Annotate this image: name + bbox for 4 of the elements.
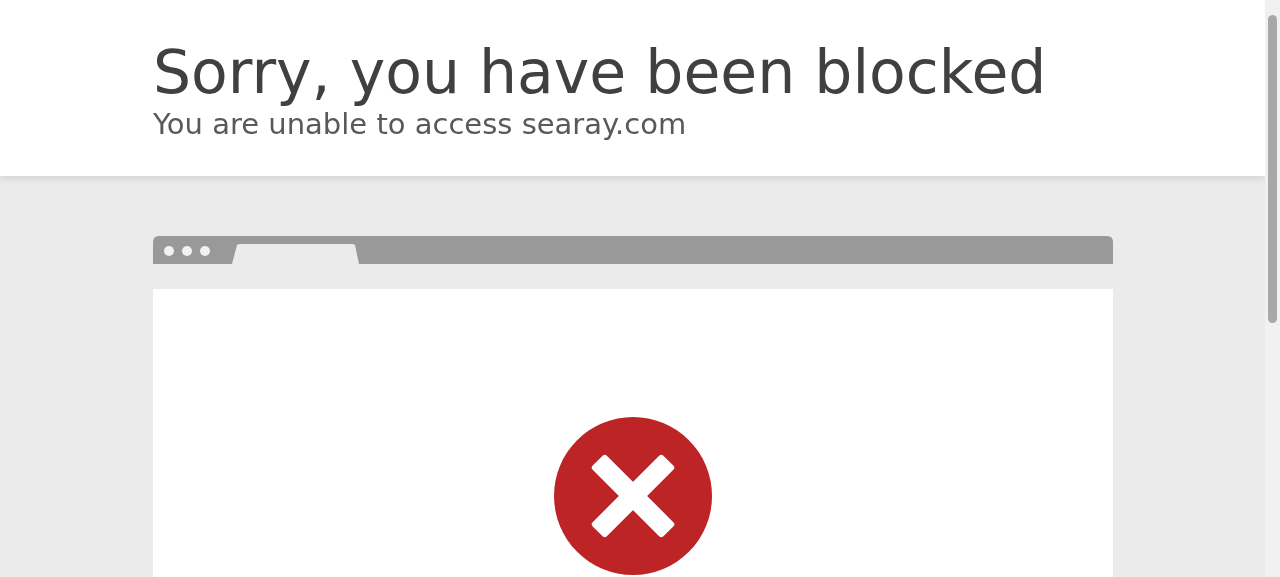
page-subtitle: You are unable to access searay.com — [153, 106, 688, 142]
scrollbar[interactable] — [1265, 0, 1280, 577]
page-title: Sorry, you have been blocked — [153, 38, 1048, 106]
scrollbar-thumb[interactable] — [1268, 15, 1277, 323]
